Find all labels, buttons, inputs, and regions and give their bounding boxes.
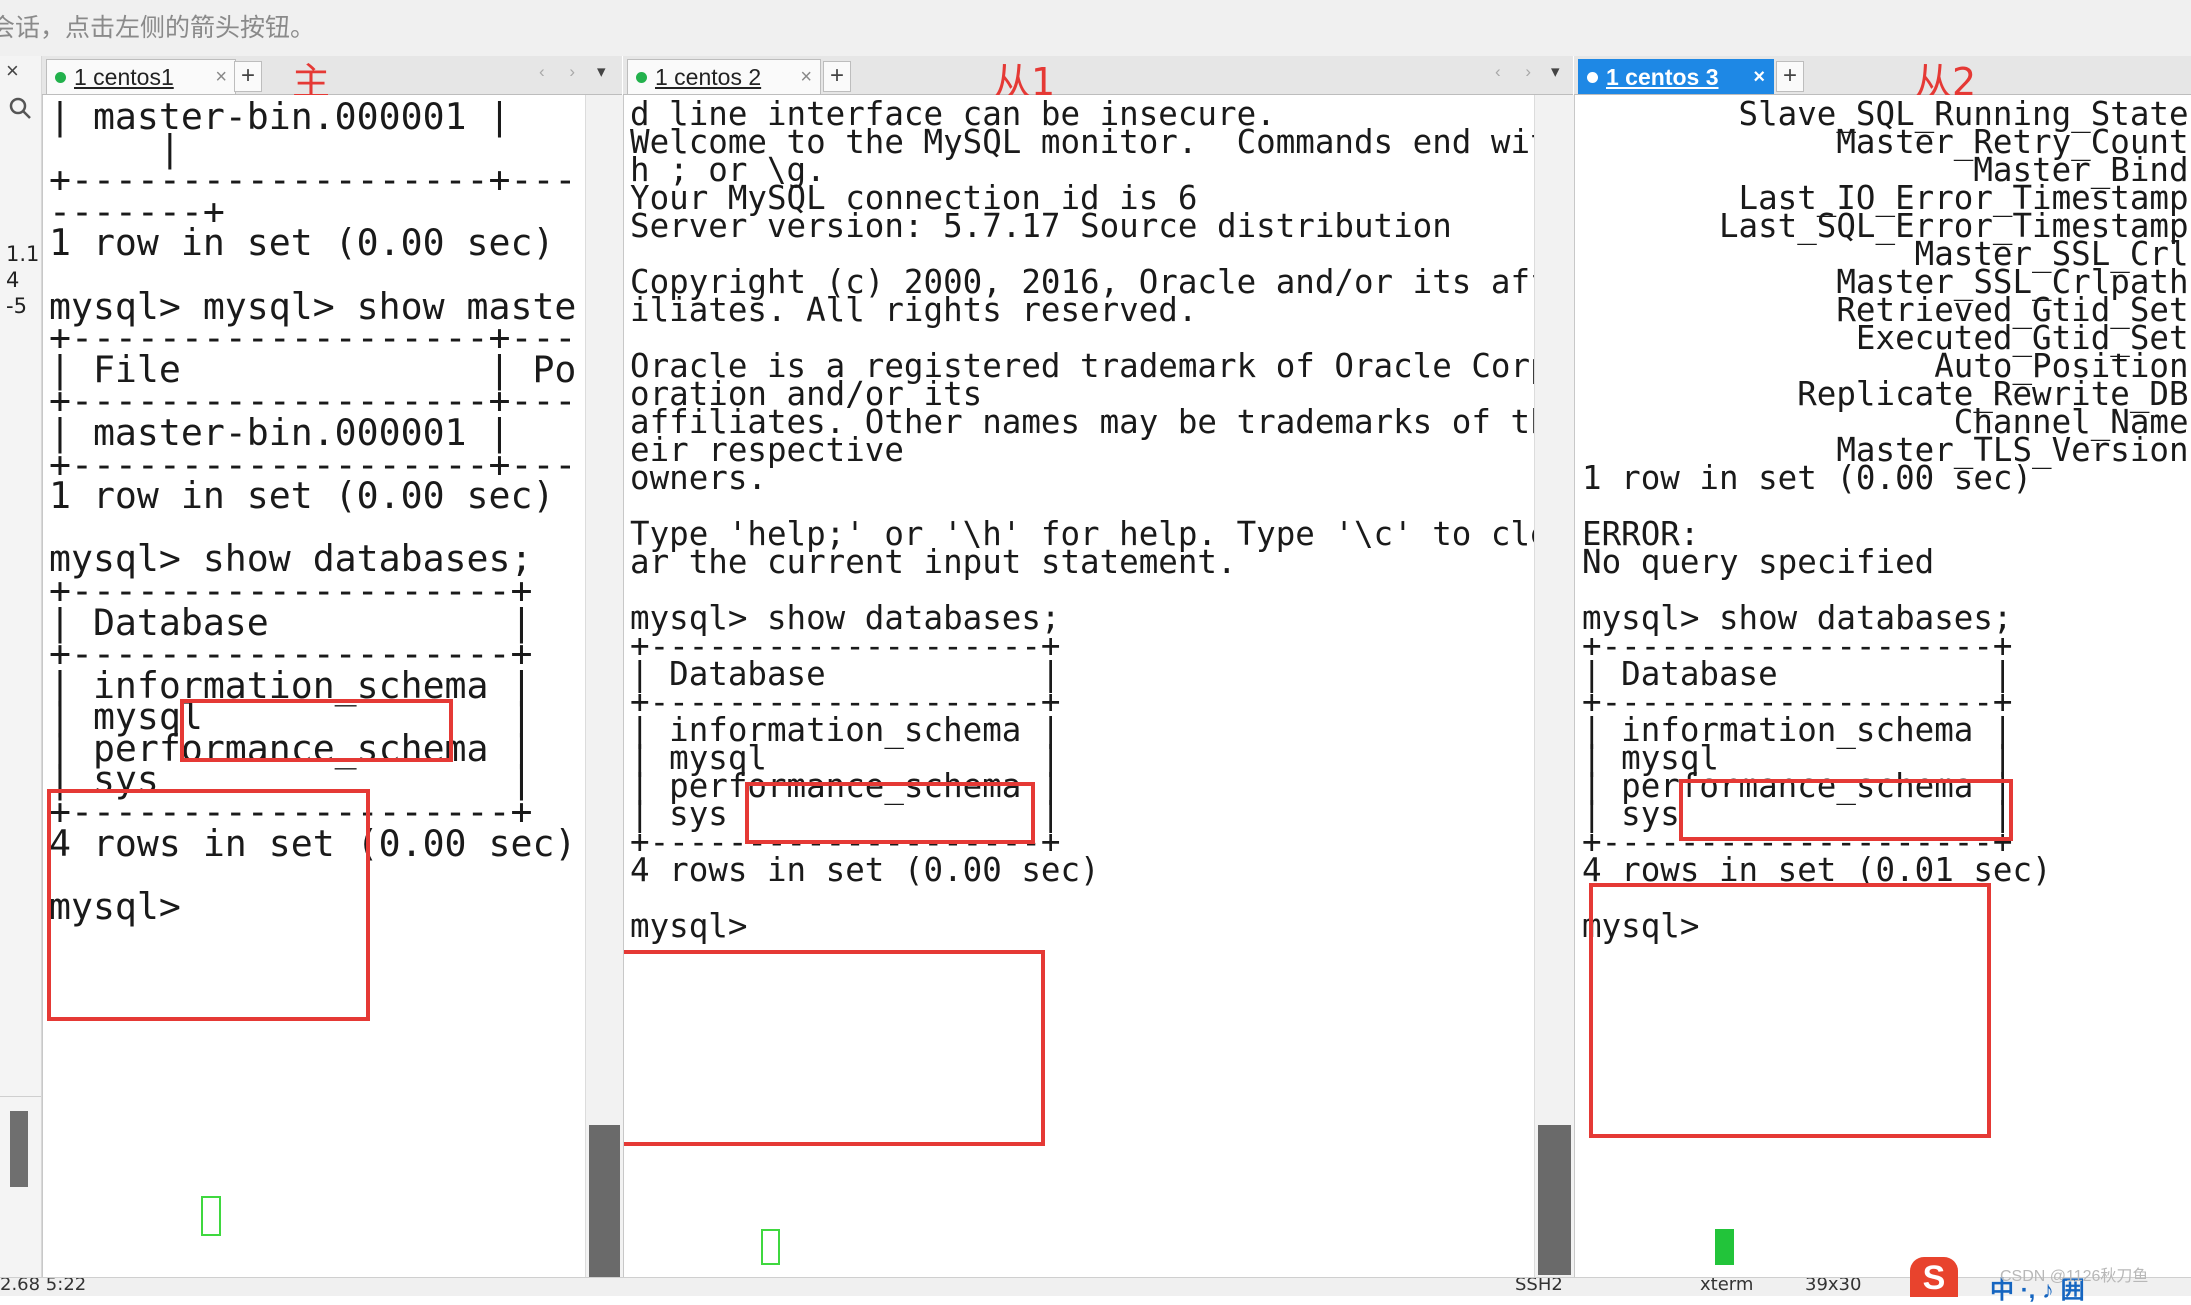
tab-menu-icon[interactable]: ▾: [597, 62, 606, 82]
tab-scroll-arrows-icon[interactable]: ‹ ›: [1495, 62, 1541, 82]
terminal-pane-slave1: 1 centos 2 × + ‹ › ▾ 从1 d line interface…: [623, 56, 1574, 1277]
strip-number: 1.1: [6, 242, 40, 266]
tab-bar: 1 centos1 × + ‹ › ▾: [42, 56, 622, 95]
highlight-result-box: [624, 950, 1045, 1146]
terminal-scrollbar[interactable]: [585, 95, 623, 1281]
highlight-command-box: [1679, 779, 2013, 841]
close-icon[interactable]: ×: [205, 66, 227, 89]
scrollbar-thumb[interactable]: [589, 1125, 620, 1281]
divider: [0, 1096, 41, 1097]
tab-label: 1 centos 3: [1606, 63, 1719, 90]
ime-widget[interactable]: S: [1910, 1255, 1980, 1297]
terminal-cursor: [1715, 1229, 1734, 1265]
hint-text: 会话，点击左侧的箭头按钮。: [0, 13, 316, 42]
tab-centos-2[interactable]: 1 centos 2 ×: [627, 59, 821, 94]
close-icon[interactable]: ×: [1743, 66, 1765, 89]
status-terminal-type: xterm: [1700, 1277, 1754, 1295]
add-tab-button[interactable]: +: [823, 61, 851, 92]
status-position: 2.68 5:22: [0, 1277, 87, 1295]
status-protocol: SSH2: [1515, 1277, 1563, 1295]
session-status-dot: [636, 71, 647, 83]
highlight-result-box: [1589, 883, 1991, 1138]
terminal-pane-slave2: 1 centos 3 × + 从2 Slave_SQL_Running_Stat…: [1574, 56, 2191, 1277]
terminal-scrollbar[interactable]: [1534, 95, 1574, 1277]
close-icon[interactable]: ×: [790, 66, 812, 89]
highlight-command-box: [180, 699, 453, 762]
tab-label: 1 centos 2: [655, 63, 762, 90]
strip-number: -5: [6, 294, 27, 318]
strip-number: 4: [6, 268, 20, 292]
terminal-output[interactable]: Slave_SQL_Running_State: S Master_Retry_…: [1574, 95, 2191, 1277]
tab-centos-3[interactable]: 1 centos 3 ×: [1578, 59, 1774, 94]
highlight-command-box: [745, 782, 1035, 844]
terminal-output[interactable]: | master-bin.000001 | | +---------------…: [42, 95, 586, 1277]
terminal-cursor: [761, 1229, 780, 1265]
session-manager-strip: × 1.1 4 -5: [0, 56, 42, 1277]
scrollbar-thumb[interactable]: [1538, 1125, 1571, 1275]
add-tab-button[interactable]: +: [234, 61, 262, 92]
search-icon[interactable]: [8, 96, 32, 120]
watermark: CSDN @1126秋刀鱼: [2000, 1268, 2149, 1285]
hint-bar: 会话，点击左侧的箭头按钮。: [0, 0, 2191, 56]
highlight-result-box: [47, 789, 370, 1021]
session-status-dot: [55, 71, 66, 83]
tab-scroll-arrows-icon[interactable]: ‹ ›: [539, 62, 585, 82]
status-size: 39x30: [1805, 1277, 1862, 1295]
tab-menu-icon[interactable]: ▾: [1551, 62, 1560, 82]
tab-label: 1 centos1: [74, 63, 174, 90]
ime-logo-icon: S: [1910, 1257, 1958, 1297]
terminal-pane-master: 1 centos1 × + ‹ › ▾ 主 | master-bin.00000…: [42, 56, 623, 1281]
session-status-dot: [1587, 71, 1598, 83]
terminal-cursor: [201, 1196, 221, 1236]
close-icon[interactable]: ×: [6, 58, 19, 84]
tab-centos1[interactable]: 1 centos1 ×: [46, 59, 236, 94]
scrollbar-thumb[interactable]: [10, 1111, 28, 1187]
add-tab-button[interactable]: +: [1776, 61, 1804, 92]
tab-bar: 1 centos 3 × +: [1574, 56, 2191, 95]
status-bar: 2.68 5:22 SSH2 xterm 39x30: [0, 1277, 2191, 1296]
tab-bar: 1 centos 2 × + ‹ › ▾: [623, 56, 1573, 95]
terminal-output[interactable]: d line interface can be insecure. Welcom…: [623, 95, 1535, 1277]
